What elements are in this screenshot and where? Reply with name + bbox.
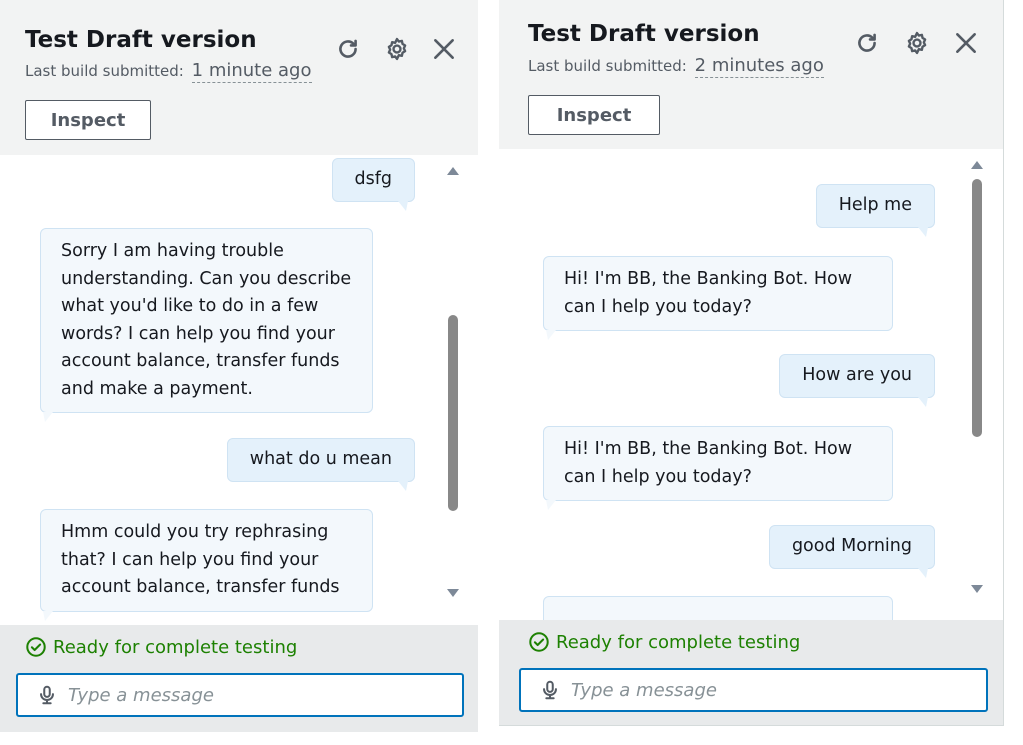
scroll-up-arrow[interactable] — [971, 161, 983, 169]
scroll-up-arrow[interactable] — [447, 167, 459, 175]
build-time[interactable]: 2 minutes ago — [694, 55, 824, 78]
bot-message-partial — [543, 596, 893, 620]
status-text: Ready for complete testing — [53, 636, 298, 658]
build-label: Last build submitted: — [528, 57, 687, 75]
message-input-box[interactable] — [16, 673, 464, 717]
inspect-button[interactable]: Inspect — [25, 100, 151, 140]
status-indicator: Ready for complete testing — [25, 636, 297, 658]
gear-icon[interactable] — [904, 30, 930, 56]
panel-header: Test Draft version Last build submitted:… — [499, 0, 1003, 149]
message-input-box[interactable] — [519, 668, 988, 712]
status-indicator: Ready for complete testing — [528, 631, 800, 653]
build-info: Last build submitted: 2 minutes ago — [528, 55, 824, 78]
user-message: good Morning — [768, 525, 935, 577]
close-icon[interactable] — [431, 36, 457, 62]
build-label: Last build submitted: — [25, 62, 184, 80]
user-message: How are you — [779, 354, 935, 406]
chat-transcript: Help me Hi! I'm BB, the Banking Bot. How… — [499, 149, 1003, 620]
refresh-icon[interactable] — [854, 30, 880, 56]
microphone-icon[interactable] — [36, 684, 58, 706]
bot-message: Hi! I'm BB, the Banking Bot. How can I h… — [543, 426, 893, 510]
message-input[interactable] — [68, 684, 428, 706]
test-chat-panel-left: Test Draft version Last build submitted:… — [0, 0, 478, 732]
scroll-thumb[interactable] — [972, 179, 982, 437]
check-circle-icon — [26, 637, 46, 657]
scroll-thumb[interactable] — [448, 315, 458, 511]
bot-message: Sorry I am having trouble understanding.… — [40, 228, 373, 422]
bot-message: Hi! I'm BB, the Banking Bot. How can I h… — [543, 256, 893, 340]
chat-scrollbar[interactable] — [446, 167, 462, 615]
status-text: Ready for complete testing — [556, 631, 801, 653]
scroll-down-arrow[interactable] — [447, 589, 459, 597]
panel-header: Test Draft version Last build submitted:… — [0, 0, 478, 155]
gear-icon[interactable] — [384, 36, 410, 62]
test-chat-panel-right: Test Draft version Last build submitted:… — [499, 0, 1004, 726]
build-time[interactable]: 1 minute ago — [191, 60, 312, 83]
chat-scrollbar[interactable] — [970, 161, 986, 597]
inspect-button[interactable]: Inspect — [528, 95, 660, 135]
panel-footer: Ready for complete testing — [0, 625, 478, 732]
user-message: Help me — [815, 184, 935, 236]
message-input[interactable] — [571, 679, 931, 701]
microphone-icon[interactable] — [539, 679, 561, 701]
bot-message: Hmm could you try rephrasing that? I can… — [40, 509, 373, 620]
scroll-down-arrow[interactable] — [971, 585, 983, 593]
user-message: dsfg — [331, 158, 415, 210]
panel-footer: Ready for complete testing — [499, 620, 1003, 725]
user-message: what do u mean — [226, 438, 415, 490]
panel-title: Test Draft version — [528, 21, 760, 47]
panel-title: Test Draft version — [25, 27, 257, 53]
refresh-icon[interactable] — [335, 36, 361, 62]
check-circle-icon — [529, 632, 549, 652]
chat-transcript: dsfg Sorry I am having trouble understan… — [0, 155, 478, 625]
close-icon[interactable] — [953, 30, 979, 56]
build-info: Last build submitted: 1 minute ago — [25, 60, 312, 83]
